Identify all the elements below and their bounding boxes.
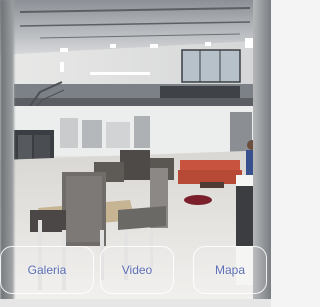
showroom-viewer[interactable]: Galeria Video Mapa: [0, 0, 271, 307]
tab-video-label: Video: [121, 263, 153, 277]
tab-map[interactable]: Mapa: [193, 246, 267, 294]
tab-map-label: Mapa: [214, 263, 246, 277]
tab-video[interactable]: Video: [100, 246, 174, 294]
tab-gallery[interactable]: Galeria: [0, 246, 94, 294]
bottom-strip: [0, 299, 271, 307]
tab-gallery-label: Galeria: [27, 263, 67, 277]
